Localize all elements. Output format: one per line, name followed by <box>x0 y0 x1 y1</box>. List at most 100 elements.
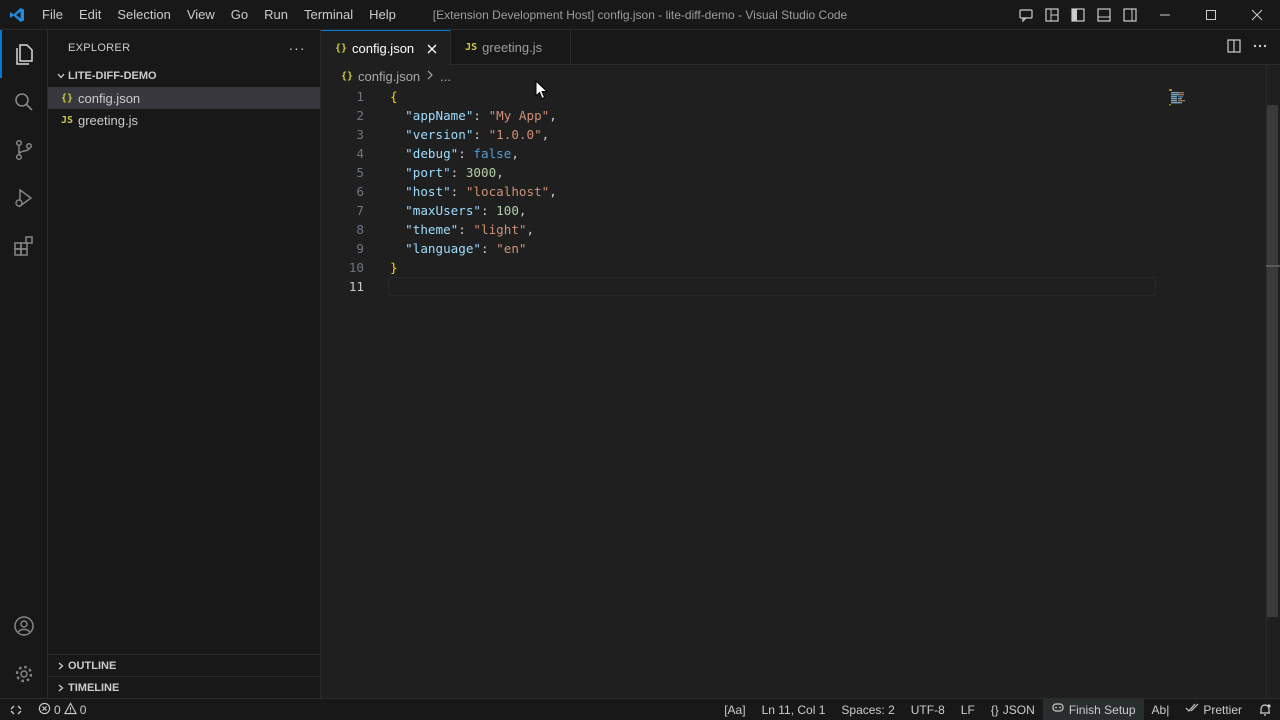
code-token: "appName" <box>390 108 474 123</box>
toggle-secondary-sidebar-icon[interactable] <box>1120 5 1140 25</box>
maximize-icon[interactable] <box>1188 0 1234 30</box>
prettier-status[interactable]: Prettier <box>1177 699 1250 720</box>
line-text: "language": "en" <box>390 239 527 258</box>
tab-greeting-js[interactable]: JS greeting.js <box>451 30 572 65</box>
js-file-icon: JS <box>465 42 478 53</box>
code-editor[interactable]: 1{2 "appName": "My App", 3 "version": "1.… <box>321 87 1280 296</box>
code-token: 100 <box>496 203 519 218</box>
code-line[interactable]: 7 "maxUsers": 100, <box>321 201 1280 220</box>
menu-view[interactable]: View <box>179 0 223 30</box>
code-token: , <box>549 108 557 123</box>
search-icon[interactable] <box>0 78 48 126</box>
remote-indicator-icon[interactable] <box>0 699 32 720</box>
explorer-title: EXPLORER <box>68 41 131 54</box>
menu-help[interactable]: Help <box>361 0 404 30</box>
line-text: "appName": "My App", <box>390 106 557 125</box>
window-controls <box>1142 0 1280 30</box>
outline-header[interactable]: OUTLINE <box>48 655 321 677</box>
file-label: config.json <box>78 90 141 106</box>
menu-selection[interactable]: Selection <box>109 0 178 30</box>
editor-tabs: {} config.json JS greeting.js <box>321 30 1280 66</box>
split-editor-icon[interactable] <box>1226 38 1242 57</box>
code-line[interactable]: 5 "port": 3000, <box>321 163 1280 182</box>
code-token: : <box>458 222 474 237</box>
check-double-icon <box>1185 699 1199 720</box>
code-line[interactable]: 1{ <box>321 87 1280 106</box>
line-text: "port": 3000, <box>390 163 504 182</box>
toggle-primary-sidebar-icon[interactable] <box>1068 5 1088 25</box>
search-mode[interactable]: [Aa] <box>716 699 753 720</box>
spell-check-indicator[interactable]: Ab| <box>1144 699 1178 720</box>
close-tab-icon[interactable] <box>424 41 440 57</box>
language-label: JSON <box>1002 703 1035 717</box>
menu-terminal[interactable]: Terminal <box>296 0 361 30</box>
code-line[interactable]: 8 "theme": "light", <box>321 220 1280 239</box>
scrollbar-thumb[interactable] <box>1267 105 1278 617</box>
folder-section-header[interactable]: LITE-DIFF-DEMO <box>48 65 320 87</box>
code-token: : <box>481 241 497 256</box>
chevron-right-icon <box>54 661 68 671</box>
more-editor-actions-icon[interactable] <box>1252 38 1268 57</box>
notifications-bell-icon[interactable] <box>1250 699 1280 720</box>
code-token: "en" <box>496 241 527 256</box>
more-actions-icon[interactable]: ··· <box>286 37 308 59</box>
copilot-chat-icon[interactable] <box>1016 5 1036 25</box>
breadcrumb-more[interactable]: ... <box>440 69 451 84</box>
code-line[interactable]: 2 "appName": "My App", <box>321 106 1280 125</box>
mouse-pointer-icon <box>535 79 549 100</box>
line-text: "theme": "light", <box>390 220 534 239</box>
json-file-icon: {} <box>61 92 74 104</box>
finish-setup-button[interactable]: Finish Setup <box>1042 699 1144 720</box>
code-line[interactable]: 11 <box>321 277 1280 296</box>
warning-icon <box>63 701 77 718</box>
language-mode[interactable]: {} JSON <box>983 699 1043 720</box>
breadcrumb-file[interactable]: config.json <box>358 69 420 84</box>
problems-indicator[interactable]: 0 0 <box>32 701 92 718</box>
line-number: 8 <box>356 222 364 237</box>
menu-edit[interactable]: Edit <box>71 0 109 30</box>
code-token: : <box>473 108 489 123</box>
menu-bar: File Edit Selection View Go Run Terminal… <box>34 0 404 30</box>
line-number: 9 <box>356 241 364 256</box>
line-number: 6 <box>356 184 364 199</box>
code-token: : <box>458 146 474 161</box>
encoding[interactable]: UTF-8 <box>903 699 953 720</box>
tab-label: config.json <box>352 41 415 56</box>
prettier-label: Prettier <box>1203 703 1242 717</box>
minimap[interactable] <box>1168 88 1188 106</box>
menu-go[interactable]: Go <box>223 0 256 30</box>
menu-run[interactable]: Run <box>256 0 296 30</box>
line-text: "maxUsers": 100, <box>390 201 526 220</box>
file-item-greeting-js[interactable]: JS greeting.js <box>48 109 320 131</box>
customize-layout-icon[interactable] <box>1042 5 1062 25</box>
tab-config-json[interactable]: {} config.json <box>321 30 452 66</box>
end-of-line[interactable]: LF <box>953 699 983 720</box>
timeline-header[interactable]: TIMELINE <box>48 677 321 699</box>
tab-label: greeting.js <box>482 40 543 55</box>
source-control-icon[interactable] <box>0 126 48 174</box>
file-label: greeting.js <box>78 112 138 128</box>
code-token: "localhost" <box>465 184 550 199</box>
code-line[interactable]: 4 "debug": false, <box>321 144 1280 163</box>
toggle-panel-icon[interactable] <box>1094 5 1114 25</box>
code-token: "language" <box>390 241 481 256</box>
manage-gear-icon[interactable] <box>0 650 48 698</box>
status-bar: 0 0 [Aa] Ln 11, Col 1 Spaces: 2 UTF-8 LF… <box>0 698 1280 720</box>
code-token: : <box>481 203 497 218</box>
extensions-icon[interactable] <box>0 222 48 270</box>
cursor-position[interactable]: Ln 11, Col 1 <box>754 699 834 720</box>
indentation[interactable]: Spaces: 2 <box>833 699 902 720</box>
run-and-debug-icon[interactable] <box>0 174 48 222</box>
explorer-icon[interactable] <box>0 30 48 78</box>
code-line[interactable]: 9 "language": "en" <box>321 239 1280 258</box>
code-line[interactable]: 6 "host": "localhost", <box>321 182 1280 201</box>
file-item-config-json[interactable]: {} config.json <box>48 87 320 109</box>
minimize-icon[interactable] <box>1142 0 1188 30</box>
code-line[interactable]: 10} <box>321 258 1280 277</box>
accounts-icon[interactable] <box>0 602 48 650</box>
code-token: "light" <box>473 222 527 237</box>
menu-file[interactable]: File <box>34 0 71 30</box>
close-window-icon[interactable] <box>1234 0 1280 30</box>
code-line[interactable]: 3 "version": "1.0.0", <box>321 125 1280 144</box>
vertical-scrollbar[interactable] <box>1266 65 1280 698</box>
